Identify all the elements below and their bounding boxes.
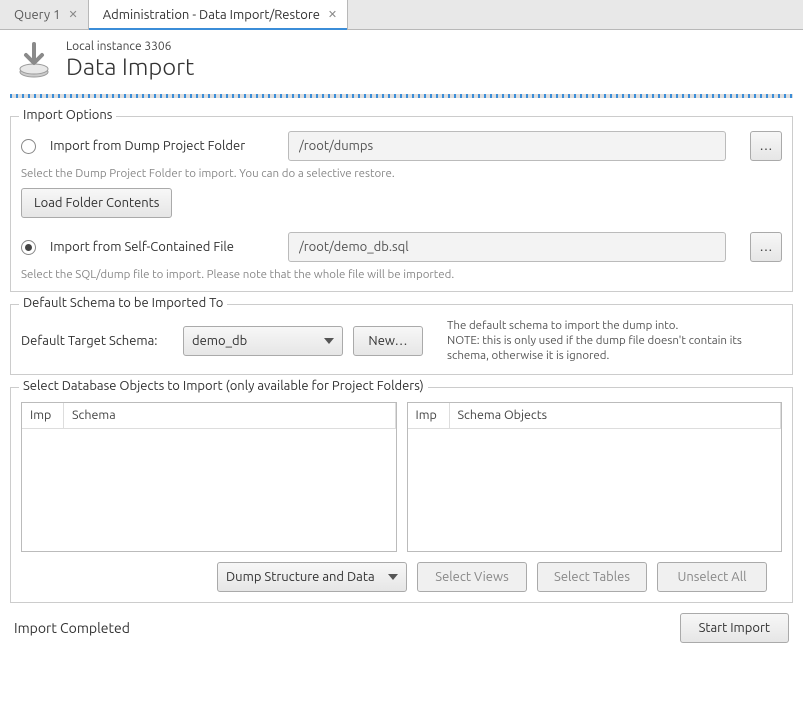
radio-folder-label: Import from Dump Project Folder bbox=[50, 139, 280, 153]
page-title: Data Import bbox=[66, 53, 194, 80]
tab-admin-import[interactable]: Administration - Data Import/Restore ✕ bbox=[89, 0, 348, 29]
schema-note: The default schema to import the dump in… bbox=[447, 319, 782, 364]
tab-query1[interactable]: Query 1 ✕ bbox=[0, 0, 89, 29]
new-schema-button[interactable]: New… bbox=[353, 326, 423, 356]
page-header: Local instance 3306 Data Import bbox=[0, 30, 803, 86]
select-tables-button[interactable]: Select Tables bbox=[537, 562, 647, 592]
import-icon bbox=[14, 40, 54, 80]
schema-note-line1: The default schema to import the dump in… bbox=[447, 319, 782, 334]
schema-table[interactable]: Imp Schema bbox=[21, 402, 397, 552]
dump-mode-value: Dump Structure and Data bbox=[226, 570, 375, 584]
browse-file-button[interactable]: … bbox=[750, 232, 782, 262]
dump-mode-select[interactable]: Dump Structure and Data bbox=[217, 562, 407, 592]
default-schema-group: Default Schema to be Imported To Default… bbox=[10, 304, 793, 375]
select-objects-group: Select Database Objects to Import (only … bbox=[10, 387, 793, 603]
select-views-button[interactable]: Select Views bbox=[417, 562, 527, 592]
radio-file[interactable] bbox=[21, 240, 36, 255]
default-schema-label: Default Target Schema: bbox=[21, 334, 173, 348]
schema-select-value: demo_db bbox=[192, 334, 247, 348]
footer: Import Completed Start Import bbox=[10, 603, 793, 647]
schema-select[interactable]: demo_db bbox=[183, 326, 343, 356]
folder-path-input[interactable] bbox=[288, 131, 726, 161]
folder-hint: Select the Dump Project Folder to import… bbox=[21, 167, 782, 180]
unselect-all-button[interactable]: Unselect All bbox=[657, 562, 767, 592]
schema-objects-table[interactable]: Imp Schema Objects bbox=[407, 402, 783, 552]
group-legend: Default Schema to be Imported To bbox=[19, 296, 227, 310]
close-icon[interactable]: ✕ bbox=[68, 8, 77, 21]
col-schema[interactable]: Schema bbox=[64, 403, 396, 428]
tab-label: Query 1 bbox=[14, 8, 60, 22]
start-import-button[interactable]: Start Import bbox=[680, 613, 789, 643]
import-options-group: Import Options Import from Dump Project … bbox=[10, 116, 793, 292]
schema-note-line2: NOTE: this is only used if the dump file… bbox=[447, 334, 782, 364]
close-icon[interactable]: ✕ bbox=[328, 8, 337, 21]
file-hint: Select the SQL/dump file to import. Plea… bbox=[21, 268, 782, 281]
group-legend: Select Database Objects to Import (only … bbox=[19, 379, 428, 393]
file-path-input[interactable] bbox=[288, 232, 726, 262]
col-schema-objects[interactable]: Schema Objects bbox=[450, 403, 782, 428]
radio-file-label: Import from Self-Contained File bbox=[50, 240, 280, 254]
chevron-down-icon bbox=[324, 338, 334, 344]
load-folder-button[interactable]: Load Folder Contents bbox=[21, 188, 172, 218]
tab-label: Administration - Data Import/Restore bbox=[103, 8, 320, 22]
group-legend: Import Options bbox=[19, 108, 116, 122]
tab-bar: Query 1 ✕ Administration - Data Import/R… bbox=[0, 0, 803, 30]
import-status: Import Completed bbox=[14, 620, 130, 636]
chevron-down-icon bbox=[388, 574, 398, 580]
radio-folder[interactable] bbox=[21, 139, 36, 154]
browse-folder-button[interactable]: … bbox=[750, 131, 782, 161]
instance-label: Local instance 3306 bbox=[66, 40, 194, 53]
col-import[interactable]: Imp bbox=[22, 403, 64, 428]
col-import[interactable]: Imp bbox=[408, 403, 450, 428]
